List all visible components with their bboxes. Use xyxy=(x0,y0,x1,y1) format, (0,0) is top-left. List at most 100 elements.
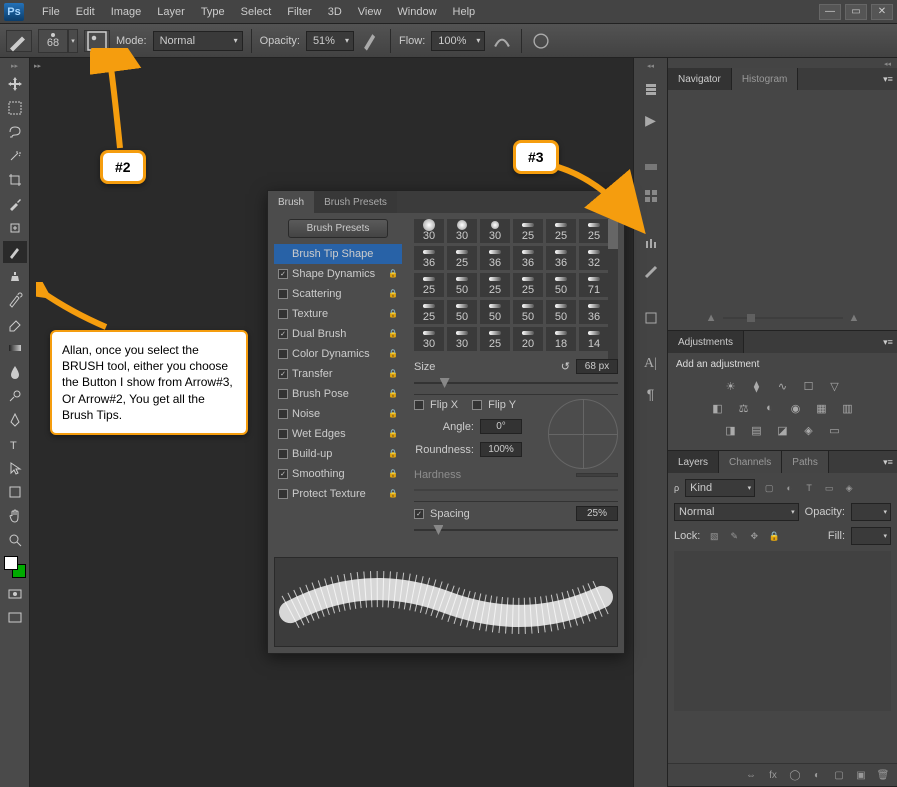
dock-toggle[interactable]: ◂◂ xyxy=(647,62,654,72)
brush-tip[interactable]: 36 xyxy=(579,300,609,324)
checkbox[interactable] xyxy=(278,329,288,339)
adj-exposure-icon[interactable]: ☐ xyxy=(800,378,818,394)
filter-type-icon[interactable]: T xyxy=(801,480,817,496)
spacing-slider[interactable] xyxy=(414,529,618,531)
nav-zoom-in-icon[interactable]: ▲ xyxy=(849,312,860,324)
panel-menu-icon[interactable]: ▾≡ xyxy=(879,68,897,90)
shape-tool[interactable] xyxy=(3,481,27,503)
flipx-checkbox[interactable] xyxy=(414,400,424,410)
layer-filter-select[interactable]: Kind xyxy=(685,479,755,497)
healing-brush-tool[interactable] xyxy=(3,217,27,239)
brush-tip[interactable]: 14 xyxy=(579,327,609,351)
tab-channels[interactable]: Channels xyxy=(719,451,782,473)
brush-tip[interactable]: 25 xyxy=(447,246,477,270)
quick-mask-icon[interactable] xyxy=(3,583,27,605)
brush-tip[interactable]: 25 xyxy=(414,300,444,324)
brush-tip[interactable]: 25 xyxy=(513,273,543,297)
dock-brush-presets-icon[interactable] xyxy=(638,260,664,284)
brush-tip[interactable]: 36 xyxy=(513,246,543,270)
new-fill-icon[interactable]: ◐ xyxy=(809,768,825,782)
tab-brush-presets[interactable]: Brush Presets xyxy=(314,191,397,213)
brush-tip[interactable]: 25 xyxy=(546,219,576,243)
filter-pixel-icon[interactable]: ▢ xyxy=(761,480,777,496)
brush-option-brush-tip-shape[interactable]: Brush Tip Shape xyxy=(274,244,402,264)
clone-stamp-tool[interactable] xyxy=(3,265,27,287)
lasso-tool[interactable] xyxy=(3,121,27,143)
adj-bw-icon[interactable]: ◐ xyxy=(761,400,779,416)
menu-image[interactable]: Image xyxy=(103,2,150,22)
brush-tip[interactable]: 25 xyxy=(414,273,444,297)
menu-window[interactable]: Window xyxy=(389,2,444,22)
layer-opacity-select[interactable] xyxy=(851,503,891,521)
tab-paths[interactable]: Paths xyxy=(782,451,829,473)
layer-mask-icon[interactable]: ◯ xyxy=(787,768,803,782)
lock-transparent-icon[interactable]: ▧ xyxy=(706,528,722,544)
move-tool[interactable] xyxy=(3,73,27,95)
dock-paragraph-icon[interactable]: ¶ xyxy=(638,382,664,406)
angle-value[interactable]: 0° xyxy=(480,419,522,434)
brush-tip[interactable]: 25 xyxy=(480,273,510,297)
tab-navigator[interactable]: Navigator xyxy=(668,68,732,90)
panel-menu-icon[interactable]: ▾≡ xyxy=(879,451,897,473)
tip-scrollbar[interactable] xyxy=(608,219,618,359)
brush-tip[interactable]: 20 xyxy=(513,327,543,351)
reset-size-icon[interactable]: ↺ xyxy=(561,360,570,373)
minimize-button[interactable]: — xyxy=(819,4,841,20)
adj-photo-filter-icon[interactable]: ◉ xyxy=(787,400,805,416)
link-layers-icon[interactable]: ⇔ xyxy=(743,768,759,782)
lock-paint-icon[interactable]: ✎ xyxy=(726,528,742,544)
size-slider[interactable] xyxy=(414,382,618,384)
crop-tool[interactable] xyxy=(3,169,27,191)
menu-edit[interactable]: Edit xyxy=(68,2,103,22)
airbrush-icon[interactable] xyxy=(491,31,513,51)
blur-tool[interactable] xyxy=(3,361,27,383)
brush-tip[interactable]: 50 xyxy=(480,300,510,324)
checkbox[interactable] xyxy=(278,389,288,399)
adj-threshold-icon[interactable]: ◪ xyxy=(774,422,792,438)
history-brush-tool[interactable] xyxy=(3,289,27,311)
brush-tip-grid[interactable]: 3030302525253625363636322550252550712550… xyxy=(414,219,618,351)
brush-tool[interactable] xyxy=(3,241,27,263)
menu-select[interactable]: Select xyxy=(233,2,280,22)
menu-layer[interactable]: Layer xyxy=(149,2,193,22)
adj-levels-icon[interactable]: ⧫ xyxy=(748,378,766,394)
checkbox[interactable] xyxy=(278,309,288,319)
brush-tip[interactable]: 50 xyxy=(447,273,477,297)
brush-option-smoothing[interactable]: Smoothing🔒 xyxy=(274,464,402,484)
brush-tip[interactable]: 36 xyxy=(546,246,576,270)
brush-option-build-up[interactable]: Build-up🔒 xyxy=(274,444,402,464)
brush-preset-dropdown[interactable]: ▾ xyxy=(68,29,78,53)
tab-brush[interactable]: Brush xyxy=(268,191,314,213)
angle-widget[interactable] xyxy=(548,399,618,469)
brush-tip[interactable]: 18 xyxy=(546,327,576,351)
menu-file[interactable]: File xyxy=(34,2,68,22)
adj-curves-icon[interactable]: ∿ xyxy=(774,378,792,394)
tab-histogram[interactable]: Histogram xyxy=(732,68,799,90)
lock-all-icon[interactable]: 🔒 xyxy=(766,528,782,544)
opacity-select[interactable]: 51% xyxy=(306,31,354,51)
adj-balance-icon[interactable]: ⚖ xyxy=(735,400,753,416)
brush-tip[interactable]: 50 xyxy=(447,300,477,324)
adj-mixer-icon[interactable]: ▦ xyxy=(813,400,831,416)
menu-filter[interactable]: Filter xyxy=(279,2,319,22)
tab-layers[interactable]: Layers xyxy=(668,451,719,473)
menu-help[interactable]: Help xyxy=(445,2,484,22)
doc-tab-toggle[interactable]: ▸▸ xyxy=(34,62,41,72)
toolbar-toggle[interactable]: ▸▸ xyxy=(0,62,29,72)
tablet-pressure-icon[interactable] xyxy=(530,31,552,51)
adj-gradient-icon[interactable]: ▭ xyxy=(826,422,844,438)
spacing-value[interactable]: 25% xyxy=(576,506,618,521)
adj-posterize-icon[interactable]: ▤ xyxy=(748,422,766,438)
gradient-tool[interactable] xyxy=(3,337,27,359)
blend-mode-select[interactable]: Normal xyxy=(153,31,243,51)
flipy-checkbox[interactable] xyxy=(472,400,482,410)
lock-position-icon[interactable]: ✥ xyxy=(746,528,762,544)
roundness-value[interactable]: 100% xyxy=(480,442,522,457)
tab-adjustments[interactable]: Adjustments xyxy=(668,331,744,353)
brush-tip[interactable]: 30 xyxy=(480,219,510,243)
brush-tip[interactable]: 30 xyxy=(414,327,444,351)
layer-fill-select[interactable] xyxy=(851,527,891,545)
opacity-pressure-icon[interactable] xyxy=(360,31,382,51)
brush-tip[interactable]: 25 xyxy=(579,219,609,243)
close-button[interactable]: ✕ xyxy=(871,4,893,20)
